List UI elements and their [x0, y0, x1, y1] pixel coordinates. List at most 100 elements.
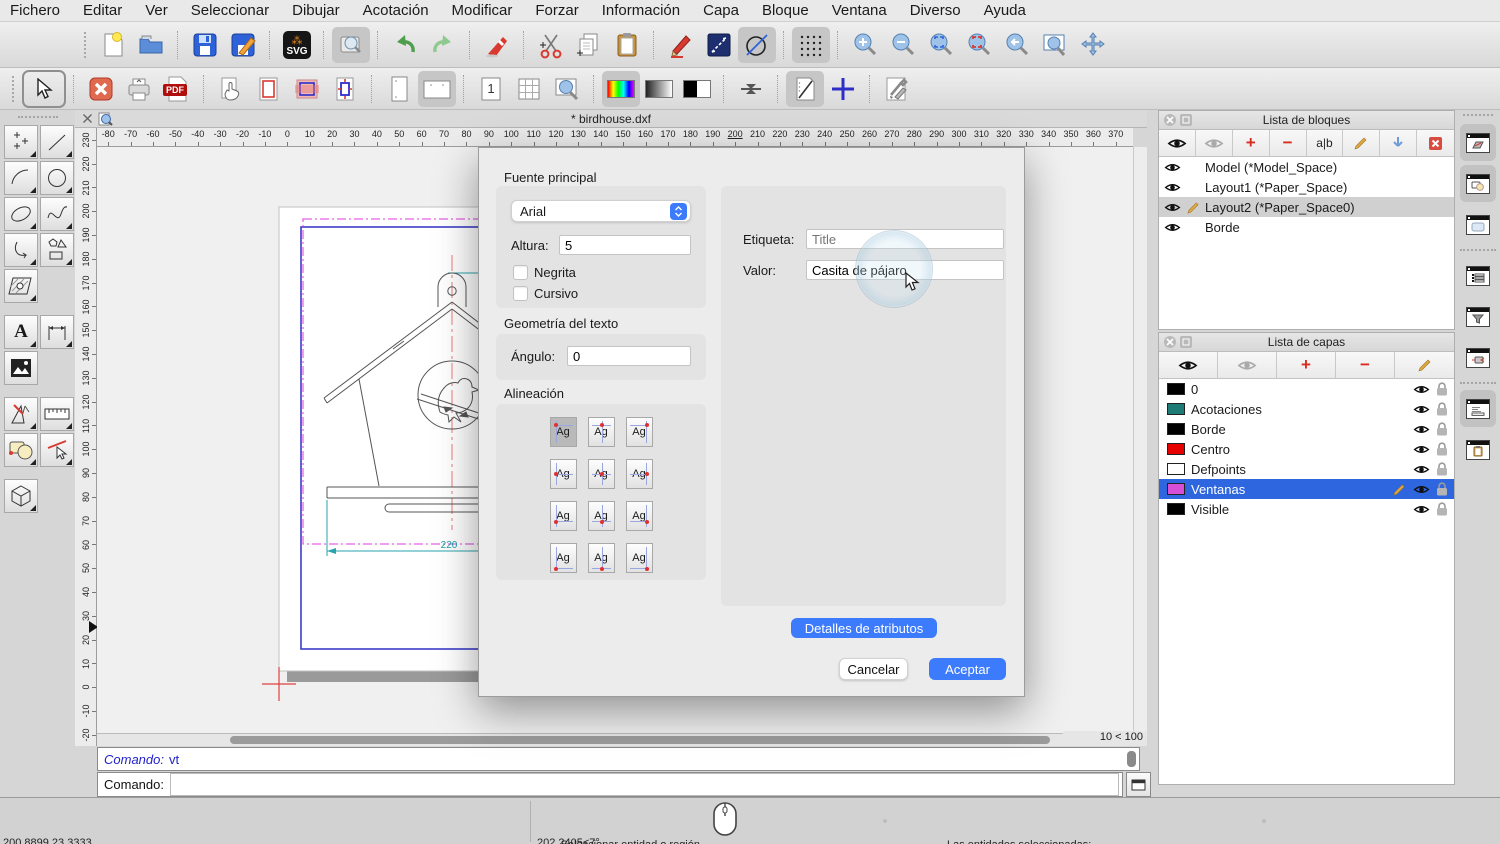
preferences-button[interactable]	[878, 71, 916, 107]
delete-eraser-button[interactable]	[478, 27, 516, 63]
angle-input[interactable]	[567, 346, 691, 366]
layer-lock-icon[interactable]	[1436, 462, 1448, 476]
alignment-option-button[interactable]: Ag	[588, 417, 615, 447]
layer-row[interactable]: Acotaciones	[1159, 399, 1454, 419]
alignment-option-button[interactable]: Ag	[626, 501, 653, 531]
grayscale-mode-button[interactable]	[640, 71, 678, 107]
layer-row[interactable]: 0	[1159, 379, 1454, 399]
block-row[interactable]: Layout1 (*Paper_Space)	[1159, 177, 1454, 197]
alignment-option-button[interactable]: Ag	[550, 459, 577, 489]
paper-borders-button[interactable]	[250, 71, 288, 107]
block-visibility-eye-icon[interactable]	[1159, 222, 1185, 233]
close-drawing-button[interactable]	[82, 71, 120, 107]
menu-item[interactable]: Información	[602, 2, 680, 19]
command-options-button[interactable]	[1126, 772, 1151, 797]
layer-lock-icon[interactable]	[1436, 382, 1448, 396]
full-color-mode-button[interactable]	[602, 71, 640, 107]
circle-tool-button[interactable]	[40, 161, 74, 195]
zoom-in-button[interactable]	[846, 27, 884, 63]
block-row[interactable]: Layout2 (*Paper_Space0)	[1159, 197, 1454, 217]
remove-block-button[interactable]: −	[1270, 130, 1307, 156]
palette-drag-handle[interactable]	[18, 116, 58, 120]
toggle-layer-list-button[interactable]	[1460, 257, 1496, 294]
purge-block-button[interactable]	[1417, 130, 1454, 156]
layer-visibility-eye-icon[interactable]	[1413, 404, 1430, 415]
fit-to-page-button[interactable]	[326, 71, 364, 107]
solid-3d-tool-button[interactable]	[4, 479, 38, 513]
construction-tools-button[interactable]	[4, 397, 38, 431]
move-paper-button[interactable]	[212, 71, 250, 107]
layer-visibility-eye-icon[interactable]	[1413, 384, 1430, 395]
remove-layer-button[interactable]: −	[1336, 352, 1395, 378]
menu-item[interactable]: Seleccionar	[191, 2, 269, 19]
toggle-view-button[interactable]	[1460, 339, 1496, 376]
block-row[interactable]: Borde	[1159, 217, 1454, 237]
horizontal-scrollbar-thumb[interactable]	[230, 736, 1050, 744]
command-history[interactable]: Comando: vt	[97, 747, 1140, 771]
menu-item[interactable]: Modificar	[452, 2, 513, 19]
lineweight-scale-button[interactable]	[732, 71, 770, 107]
toggle-command-line-button[interactable]	[1460, 390, 1496, 427]
bold-checkbox[interactable]	[513, 265, 528, 280]
line-tool-button[interactable]	[40, 125, 74, 159]
layer-row[interactable]: Ventanas	[1159, 479, 1454, 499]
hide-all-blocks-button[interactable]	[1196, 130, 1233, 156]
layer-visibility-eye-icon[interactable]	[1413, 424, 1430, 435]
layer-visibility-eye-icon[interactable]	[1413, 464, 1430, 475]
layer-lock-icon[interactable]	[1436, 442, 1448, 456]
show-all-blocks-button[interactable]	[1159, 130, 1196, 156]
single-page-button[interactable]: 1	[472, 71, 510, 107]
toggle-selection-filter-button[interactable]	[1460, 298, 1496, 335]
landscape-orientation-button[interactable]	[418, 71, 456, 107]
svg-export-button[interactable]: ⁂ SVG	[278, 27, 316, 63]
dock-drag-handle[interactable]	[1463, 114, 1493, 116]
cancel-button[interactable]: Cancelar	[839, 658, 908, 680]
crosshair-button[interactable]	[824, 71, 862, 107]
alignment-option-button[interactable]: Ag	[626, 543, 653, 573]
pan-button[interactable]	[1074, 27, 1112, 63]
italic-checkbox[interactable]	[513, 286, 528, 301]
toolbar-drag-handle[interactable]	[84, 32, 88, 58]
add-block-button[interactable]: +	[1233, 130, 1270, 156]
paste-button[interactable]	[608, 27, 646, 63]
arc-tool-button[interactable]	[4, 161, 38, 195]
menu-item[interactable]: Diverso	[910, 2, 961, 19]
zoom-out-button[interactable]	[884, 27, 922, 63]
distance-info-button[interactable]	[700, 27, 738, 63]
alignment-option-button[interactable]: Ag	[626, 459, 653, 489]
menu-item[interactable]: Editar	[83, 2, 122, 19]
insert-block-button[interactable]	[1380, 130, 1417, 156]
undo-button[interactable]	[386, 27, 424, 63]
edit-pencil-button[interactable]	[662, 27, 700, 63]
toggle-library-browser-button[interactable]	[1460, 165, 1496, 202]
layer-visibility-eye-icon[interactable]	[1413, 504, 1430, 515]
viewport-overlay-button[interactable]	[288, 71, 326, 107]
menu-item[interactable]: Forzar	[535, 2, 578, 19]
shape-tool-button[interactable]	[40, 233, 74, 267]
command-history-scrollbar-thumb[interactable]	[1127, 751, 1136, 767]
circle-line-tool-button[interactable]	[738, 27, 776, 63]
print-button[interactable]	[120, 71, 158, 107]
dimension-tool-button[interactable]	[40, 315, 74, 349]
zoom-auto-button[interactable]	[922, 27, 960, 63]
show-all-layers-button[interactable]	[1159, 352, 1218, 378]
hatch-tool-button[interactable]	[4, 269, 38, 303]
edit-layer-button[interactable]	[1395, 352, 1454, 378]
copy-button[interactable]	[570, 27, 608, 63]
new-file-button[interactable]	[94, 27, 132, 63]
ellipse-tool-button[interactable]	[4, 197, 38, 231]
toggle-block-list-button[interactable]	[1460, 124, 1496, 161]
alignment-option-button[interactable]: Ag	[550, 543, 577, 573]
alignment-option-button[interactable]: Ag	[588, 543, 615, 573]
save-as-button[interactable]	[224, 27, 262, 63]
block-row[interactable]: Model (*Model_Space)	[1159, 157, 1454, 177]
attribute-details-button[interactable]: Detalles de atributos	[791, 618, 937, 638]
open-file-button[interactable]	[132, 27, 170, 63]
layer-row[interactable]: Borde	[1159, 419, 1454, 439]
toggle-property-editor-button[interactable]	[1460, 431, 1496, 468]
grid-snap-button[interactable]	[792, 27, 830, 63]
alignment-option-button[interactable]: Ag	[588, 459, 615, 489]
block-visibility-eye-icon[interactable]	[1159, 162, 1185, 173]
layer-lock-icon[interactable]	[1436, 502, 1448, 516]
layer-lock-icon[interactable]	[1436, 402, 1448, 416]
